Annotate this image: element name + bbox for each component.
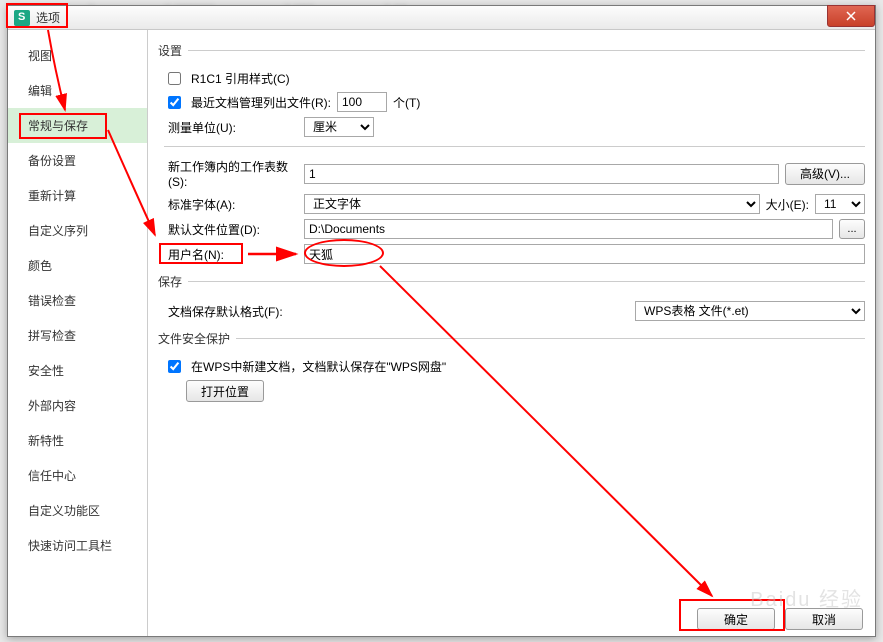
sidebar-item-recalc[interactable]: 重新计算 [8, 178, 147, 213]
font-label: 标准字体(A): [158, 196, 298, 213]
r1c1-label: R1C1 引用样式(C) [191, 70, 290, 87]
options-dialog: ▯▯ ▯▯▯▯▯▯▯ ▯▯▯▯ ▯▯ 选项 视图 编辑 常规与保存 备份设置 重… [7, 5, 876, 637]
sidebar-item-new-features[interactable]: 新特性 [8, 423, 147, 458]
workbook-group: 新工作簿内的工作表数(S): 高级(V)... 标准字体(A): 正文字体 大小… [158, 146, 865, 269]
font-select[interactable]: 正文字体 [304, 194, 760, 214]
sidebar-item-customize-ribbon[interactable]: 自定义功能区 [8, 493, 147, 528]
sidebar-item-spellcheck[interactable]: 拼写检查 [8, 318, 147, 353]
username-input[interactable] [304, 244, 865, 264]
window-title: 选项 [36, 9, 60, 26]
sidebar-item-trust-center[interactable]: 信任中心 [8, 458, 147, 493]
close-icon [845, 10, 857, 22]
main-panel: 设置 R1C1 引用样式(C) 最近文档管理列出文件(R): 个(T) 测量单位… [148, 30, 875, 636]
sidebar-item-view[interactable]: 视图 [8, 38, 147, 73]
r1c1-checkbox[interactable] [168, 72, 181, 85]
advanced-button[interactable]: 高级(V)... [785, 163, 865, 185]
save-legend: 保存 [158, 273, 188, 290]
sidebar-item-security[interactable]: 安全性 [8, 353, 147, 388]
sidebar-item-backup[interactable]: 备份设置 [8, 143, 147, 178]
path-label: 默认文件位置(D): [158, 221, 298, 238]
size-label: 大小(E): [766, 196, 809, 213]
sidebar-item-custom-lists[interactable]: 自定义序列 [8, 213, 147, 248]
username-label: 用户名(N): [158, 246, 298, 263]
app-icon [14, 10, 30, 26]
unit-select[interactable]: 厘米 [304, 117, 374, 137]
sidebar-item-external[interactable]: 外部内容 [8, 388, 147, 423]
settings-group: 设置 R1C1 引用样式(C) 最近文档管理列出文件(R): 个(T) 测量单位… [158, 42, 865, 142]
recent-docs-checkbox[interactable] [168, 96, 181, 109]
save-group: 保存 文档保存默认格式(F): WPS表格 文件(*.et) [158, 273, 865, 326]
sidebar-item-color[interactable]: 颜色 [8, 248, 147, 283]
close-button[interactable] [827, 5, 875, 27]
cloud-label: 在WPS中新建文档，文档默认保存在"WPS网盘" [191, 358, 446, 375]
titlebar: 选项 [8, 6, 875, 30]
unit-label: 测量单位(U): [158, 119, 298, 136]
sidebar-item-error-check[interactable]: 错误检查 [8, 283, 147, 318]
security-group: 文件安全保护 在WPS中新建文档，文档默认保存在"WPS网盘" 打开位置 [158, 330, 865, 407]
sheets-input[interactable] [304, 164, 779, 184]
settings-legend: 设置 [158, 42, 188, 59]
size-select[interactable]: 11 [815, 194, 865, 214]
watermark: Baidu 经验 [750, 583, 863, 612]
path-input[interactable] [304, 219, 833, 239]
sheets-label: 新工作簿内的工作表数(S): [158, 158, 298, 189]
sidebar-item-edit[interactable]: 编辑 [8, 73, 147, 108]
open-location-button[interactable]: 打开位置 [186, 380, 264, 402]
sidebar-item-general-save[interactable]: 常规与保存 [8, 108, 147, 143]
format-select[interactable]: WPS表格 文件(*.et) [635, 301, 865, 321]
format-label: 文档保存默认格式(F): [158, 303, 298, 320]
sidebar-item-quick-access[interactable]: 快速访问工具栏 [8, 528, 147, 563]
category-sidebar: 视图 编辑 常规与保存 备份设置 重新计算 自定义序列 颜色 错误检查 拼写检查… [8, 30, 148, 636]
recent-docs-label: 最近文档管理列出文件(R): [191, 94, 331, 111]
cloud-checkbox[interactable] [168, 360, 181, 373]
recent-docs-unit: 个(T) [393, 94, 420, 111]
security-legend: 文件安全保护 [158, 330, 236, 347]
browse-button[interactable]: ... [839, 219, 865, 239]
recent-docs-count[interactable] [337, 92, 387, 112]
